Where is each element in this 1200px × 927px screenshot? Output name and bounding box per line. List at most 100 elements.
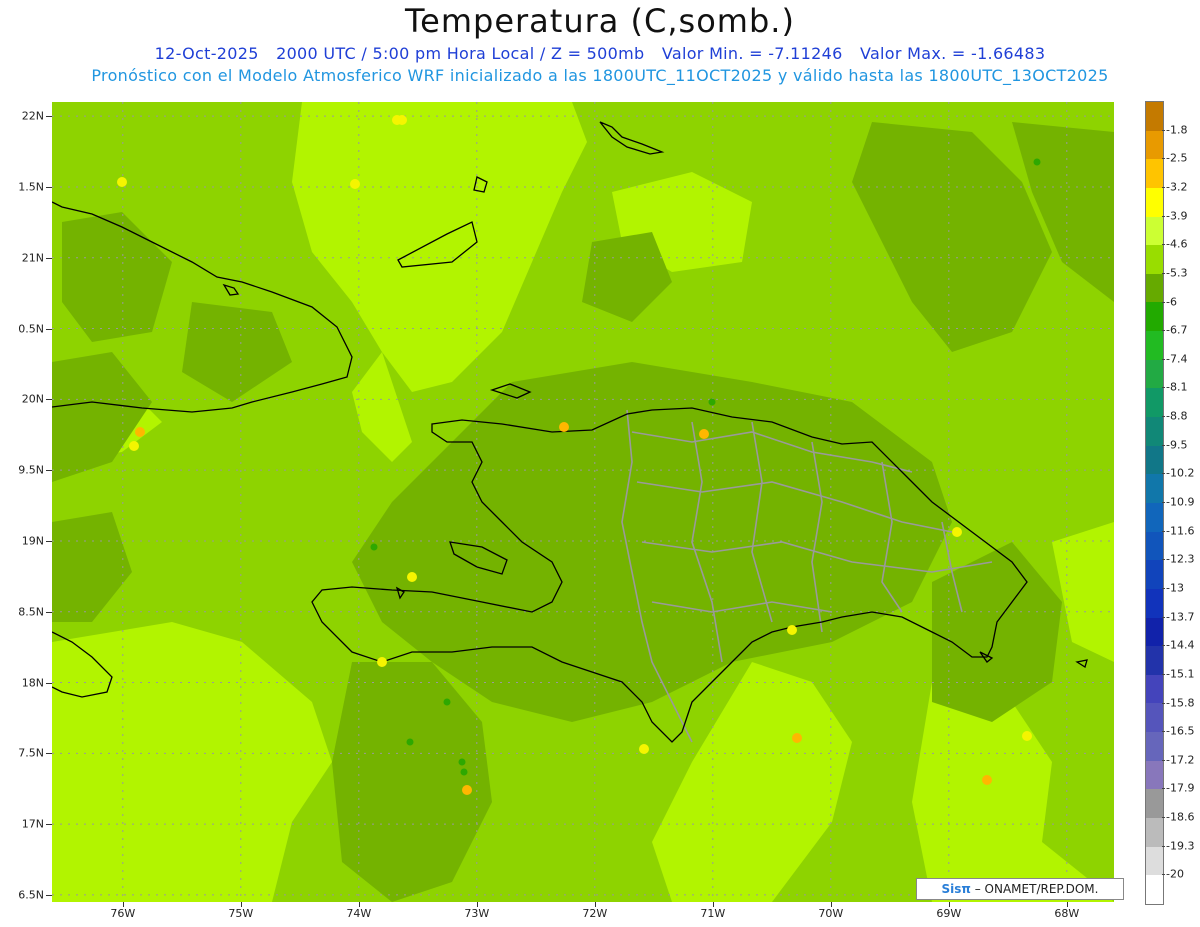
latitude-label: 19N [21, 534, 44, 548]
colorbar-tick [1162, 186, 1165, 188]
field-spot [397, 115, 407, 125]
colorbar-tick [1162, 731, 1165, 733]
colorbar-label: -15.8 [1166, 696, 1195, 709]
colorbar-segment [1146, 273, 1163, 303]
colorbar-label: -13 [1166, 581, 1184, 595]
colorbar-tick [1162, 702, 1165, 704]
colorbar-segment [1146, 875, 1163, 904]
latitude-label: 9.5N [18, 463, 44, 477]
colorbar-label: -16.5 [1166, 724, 1195, 738]
field-spot [460, 768, 468, 776]
model-description: Pronóstico con el Modelo Atmosferico WRF… [91, 66, 1109, 85]
longitude-label: 76W [110, 907, 136, 920]
colorbar-tick [1162, 817, 1165, 819]
colorbar-label: -10.2 [1166, 466, 1195, 480]
colorbar-tick [1162, 416, 1165, 418]
colorbar-segment [1146, 187, 1163, 217]
field-spot [952, 527, 962, 537]
colorbar-label: -6 [1166, 295, 1177, 308]
colorbar-segment [1146, 388, 1163, 418]
longitude-label: 73W [464, 907, 490, 920]
colorbar-segment [1146, 760, 1163, 790]
colorbar-label: -2.5 [1166, 151, 1188, 165]
colorbar-segment [1146, 159, 1163, 188]
colorbar-segment [1146, 445, 1163, 475]
colorbar-tick [1162, 473, 1165, 475]
field-spot [117, 177, 127, 187]
colorbar-label: -12.3 [1166, 552, 1195, 566]
colorbar-label: -9.5 [1166, 438, 1188, 452]
field-spot [699, 429, 709, 439]
field-spot [129, 441, 139, 451]
colorbar-label: -20 [1166, 867, 1184, 881]
latitude-label: 8.5N [18, 605, 44, 619]
field-spot [708, 398, 716, 406]
colorbar-label: -18.6 [1166, 810, 1195, 824]
field-spot [792, 733, 802, 743]
colorbar-segment [1146, 846, 1163, 876]
credit-box: Sisπ – ONAMET/REP.DOM. [916, 878, 1124, 900]
colorbar-tick [1162, 616, 1165, 618]
colorbar-label: -17.2 [1166, 753, 1195, 767]
field-spot [135, 427, 145, 437]
colorbar-tick [1162, 759, 1165, 761]
colorbar [1145, 101, 1164, 905]
longitude-tick [122, 902, 124, 907]
longitude-tick [1066, 902, 1068, 907]
colorbar-tick [1162, 358, 1165, 360]
colorbar-tick [1162, 788, 1165, 790]
colorbar-segment [1146, 818, 1163, 847]
colorbar-label: -5.3 [1166, 266, 1188, 280]
colorbar-label: -1.8 [1166, 123, 1188, 137]
colorbar-segment [1146, 674, 1163, 704]
latitude-tick [46, 399, 52, 401]
latitude-label: 6.5N [18, 888, 44, 902]
forecast-time-level: 2000 UTC / 5:00 pm Hora Local / Z = 500m… [276, 44, 645, 63]
longitude-tick [476, 902, 478, 907]
longitude-tick [948, 902, 950, 907]
colorbar-segment [1146, 359, 1163, 389]
colorbar-tick [1162, 244, 1165, 246]
colorbar-tick [1162, 530, 1165, 532]
colorbar-tick [1162, 330, 1165, 332]
colorbar-segment [1146, 417, 1163, 446]
latitude-label: 0.5N [18, 322, 44, 336]
colorbar-label: -10.9 [1166, 495, 1195, 509]
colorbar-tick [1162, 559, 1165, 561]
latitude-label: 18N [21, 676, 44, 690]
colorbar-label: -14.4 [1166, 638, 1195, 652]
colorbar-label: -13.7 [1166, 610, 1195, 624]
colorbar-tick [1162, 673, 1165, 675]
model-info-line: Pronóstico con el Modelo Atmosferico WRF… [0, 66, 1200, 85]
field-spot [350, 179, 360, 189]
longitude-label: 71W [700, 907, 726, 920]
colorbar-tick [1162, 874, 1165, 876]
longitude-label: 68W [1054, 907, 1080, 920]
latitude-tick [46, 611, 52, 613]
field-spot [370, 543, 378, 551]
colorbar-label: -19.3 [1166, 839, 1195, 853]
latitude-tick [46, 186, 52, 188]
colorbar-tick [1162, 502, 1165, 503]
colorbar-tick [1162, 215, 1165, 217]
colorbar-tick [1162, 158, 1165, 160]
field-spot [787, 625, 797, 635]
field-spot [462, 785, 472, 795]
colorbar-label: -17.9 [1166, 781, 1195, 795]
run-info-line: 12-Oct-2025 2000 UTC / 5:00 pm Hora Loca… [0, 44, 1200, 63]
field-spot [982, 775, 992, 785]
colorbar-segment [1146, 560, 1163, 589]
colorbar-label: -8.1 [1166, 380, 1188, 394]
max-value: Valor Max. = -1.66483 [859, 44, 1046, 63]
longitude-tick [830, 902, 832, 907]
latitude-tick [46, 682, 52, 684]
latitude-tick [46, 824, 52, 826]
colorbar-segment [1146, 302, 1163, 332]
longitude-tick [594, 902, 596, 907]
colorbar-segment [1146, 531, 1163, 561]
colorbar-segment [1146, 102, 1163, 131]
colorbar-tick [1162, 387, 1165, 389]
colorbar-label: -11.6 [1166, 524, 1195, 538]
longitude-tick [240, 902, 242, 907]
colorbar-segment [1146, 703, 1163, 733]
